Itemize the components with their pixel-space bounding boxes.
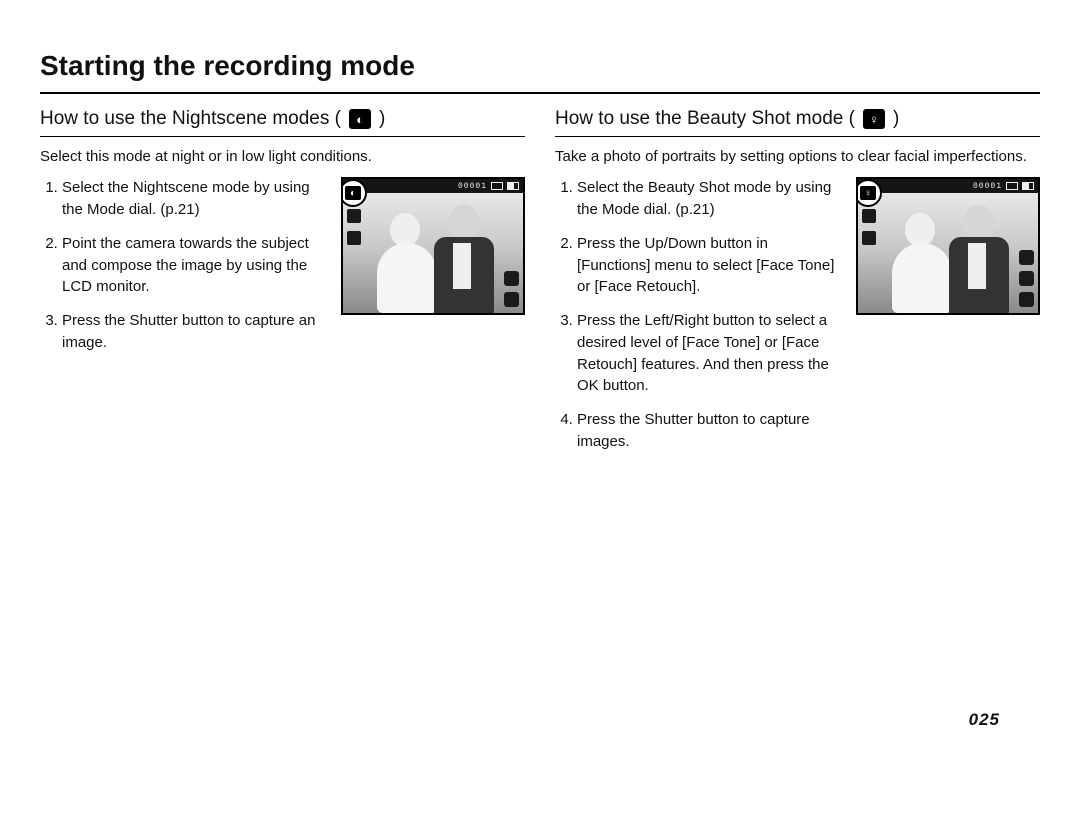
manual-page: Starting the recording mode How to use t… (40, 0, 1040, 765)
beautyshot-heading: How to use the Beauty Shot mode ( ♀ ) (555, 108, 1040, 137)
list-item: Press the Shutter button to capture an i… (62, 310, 327, 354)
nightscene-mode-icon: ◐ (349, 109, 371, 129)
list-item: Select the Nightscene mode by using the … (62, 177, 327, 221)
heading-text-post: ) (379, 108, 385, 130)
lcd-right-icons (1019, 250, 1034, 307)
shots-remaining: 00001 (973, 182, 1002, 191)
right-column: How to use the Beauty Shot mode ( ♀ ) Ta… (555, 108, 1040, 465)
beauty-shot-mode-icon: ♀ (860, 186, 876, 200)
nightscene-intro: Select this mode at night or in low ligh… (40, 147, 525, 167)
beautyshot-content: Select the Beauty Shot mode by using the… (555, 177, 1040, 464)
beautyshot-steps: Select the Beauty Shot mode by using the… (555, 177, 842, 464)
osd-icon (1019, 292, 1034, 307)
list-item: Press the Up/Down button in [Functions] … (577, 233, 842, 298)
shots-remaining: 00001 (458, 182, 487, 191)
sample-photo (343, 193, 523, 313)
sample-photo (858, 193, 1038, 313)
list-item: Press the Shutter button to capture imag… (577, 409, 842, 453)
battery-icon (1022, 182, 1034, 190)
nightscene-content: Select the Nightscene mode by using the … (40, 177, 525, 365)
osd-icon (347, 231, 361, 245)
left-column: How to use the Nightscene modes ( ◐ ) Se… (40, 108, 525, 465)
heading-text-post: ) (893, 108, 899, 130)
nightscene-steps: Select the Nightscene mode by using the … (40, 177, 327, 365)
osd-icon (862, 209, 876, 223)
lcd-left-icons (862, 209, 876, 245)
beauty-shot-mode-icon: ♀ (863, 109, 885, 129)
memory-card-icon (1006, 182, 1018, 190)
page-title: Starting the recording mode (40, 50, 1040, 94)
heading-text-pre: How to use the Nightscene modes ( (40, 108, 341, 130)
nightscene-heading: How to use the Nightscene modes ( ◐ ) (40, 108, 525, 137)
osd-icon (862, 231, 876, 245)
osd-icon (1019, 271, 1034, 286)
list-item: Point the camera towards the subject and… (62, 233, 327, 298)
content-columns: How to use the Nightscene modes ( ◐ ) Se… (40, 108, 1040, 465)
battery-icon (507, 182, 519, 190)
beautyshot-intro: Take a photo of portraits by setting opt… (555, 147, 1040, 167)
osd-icon (504, 271, 519, 286)
osd-icon (347, 209, 361, 223)
lcd-left-icons (347, 209, 361, 245)
lcd-topbar: 00001 (343, 179, 523, 193)
nightscene-mode-icon: ◐ (345, 186, 361, 200)
list-item: Press the Left/Right button to select a … (577, 310, 842, 397)
osd-icon (504, 292, 519, 307)
memory-card-icon (491, 182, 503, 190)
nightscene-lcd-preview: 00001 ◐ (341, 177, 525, 315)
page-number: 025 (969, 710, 1000, 730)
heading-text-pre: How to use the Beauty Shot mode ( (555, 108, 855, 130)
beautyshot-lcd-preview: 00001 ♀ (856, 177, 1040, 315)
list-item: Select the Beauty Shot mode by using the… (577, 177, 842, 221)
lcd-topbar: 00001 (858, 179, 1038, 193)
lcd-right-icons (504, 271, 519, 307)
osd-icon (1019, 250, 1034, 265)
